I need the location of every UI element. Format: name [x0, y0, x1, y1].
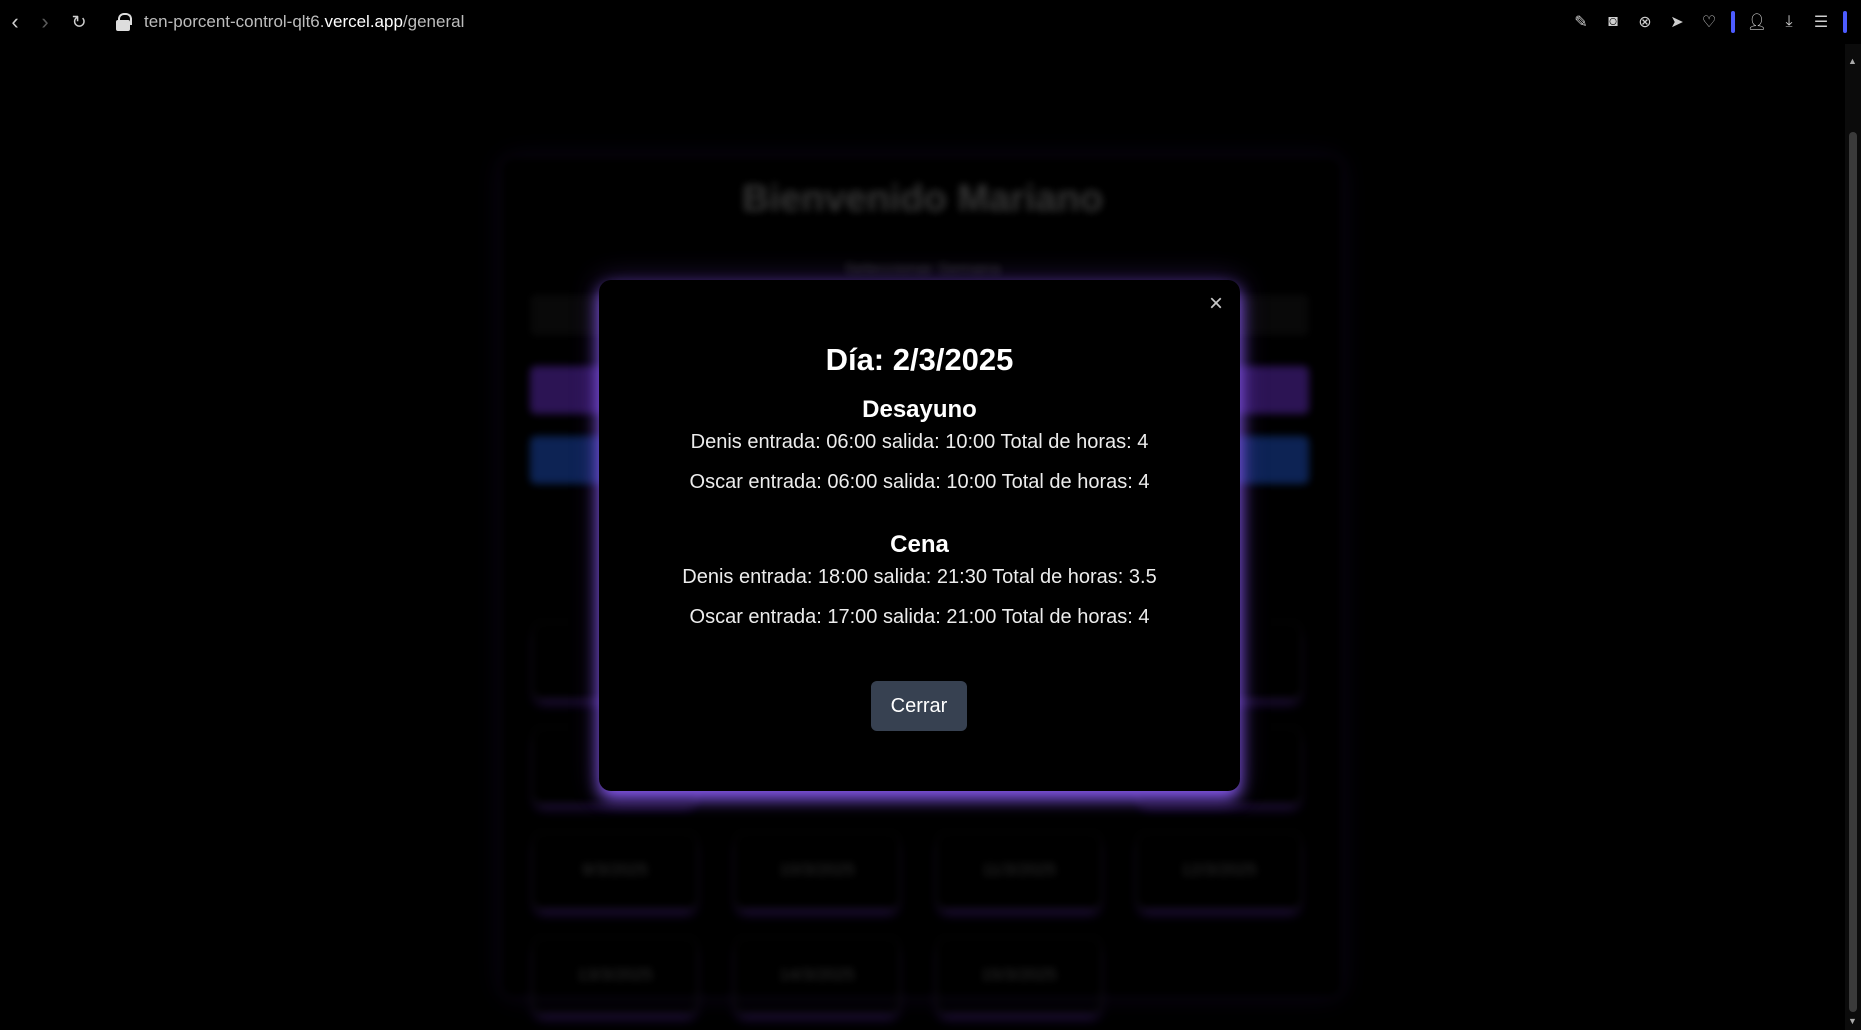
close-button[interactable]: Cerrar	[871, 681, 967, 731]
close-icon[interactable]: ×	[1204, 292, 1228, 316]
shift-line: Oscar entrada: 17:00 salida: 21:00 Total…	[689, 606, 1150, 628]
reload-icon[interactable]: ↻	[64, 7, 94, 37]
scroll-up-icon[interactable]: ▲	[1848, 56, 1857, 66]
heart-icon[interactable]: ♡	[1699, 12, 1719, 32]
download-icon[interactable]: ⤓	[1779, 12, 1799, 32]
camera-icon[interactable]: ◙	[1603, 12, 1623, 32]
shift-line: Denis entrada: 18:00 salida: 21:30 Total…	[682, 566, 1157, 588]
edit-icon[interactable]: ✎	[1571, 12, 1591, 32]
back-icon[interactable]: ‹	[0, 7, 30, 37]
lock-icon	[116, 13, 132, 31]
forward-icon[interactable]: ›	[30, 7, 60, 37]
send-icon[interactable]: ➤	[1667, 12, 1687, 32]
url-domain: vercel.app	[324, 12, 403, 31]
menu-icon[interactable]: ☰	[1811, 12, 1831, 32]
browser-toolbar: ‹ › ↻ ten-porcent-control-qlt6. vercel.ap…	[0, 0, 1861, 44]
blocker-icon[interactable]: ⊗	[1635, 12, 1655, 32]
modal-title: Día: 2/3/2025	[825, 342, 1014, 377]
section-title-desayuno: Desayuno	[862, 396, 977, 423]
shift-line: Oscar entrada: 06:00 salida: 10:00 Total…	[689, 471, 1150, 493]
address-bar[interactable]: ten-porcent-control-qlt6. vercel.app/gene…	[116, 0, 464, 44]
url-prefix: ten-porcent-control-qlt6.	[144, 12, 325, 31]
sidebar-accent-right	[1843, 11, 1847, 33]
url-path: /general	[402, 12, 465, 31]
scroll-down-icon[interactable]: ▼	[1848, 1016, 1857, 1026]
sidebar-accent	[1731, 11, 1735, 33]
scrollbar-thumb[interactable]	[1849, 132, 1857, 1012]
section-title-cena: Cena	[890, 531, 949, 558]
page-scrollbar[interactable]: ▲ ▼	[1845, 44, 1861, 1030]
shift-line: Denis entrada: 06:00 salida: 10:00 Total…	[690, 431, 1149, 453]
profile-icon[interactable]: 👤︎	[1747, 12, 1767, 32]
day-detail-modal: × Día: 2/3/2025 Desayuno Denis entrada: …	[599, 280, 1240, 791]
